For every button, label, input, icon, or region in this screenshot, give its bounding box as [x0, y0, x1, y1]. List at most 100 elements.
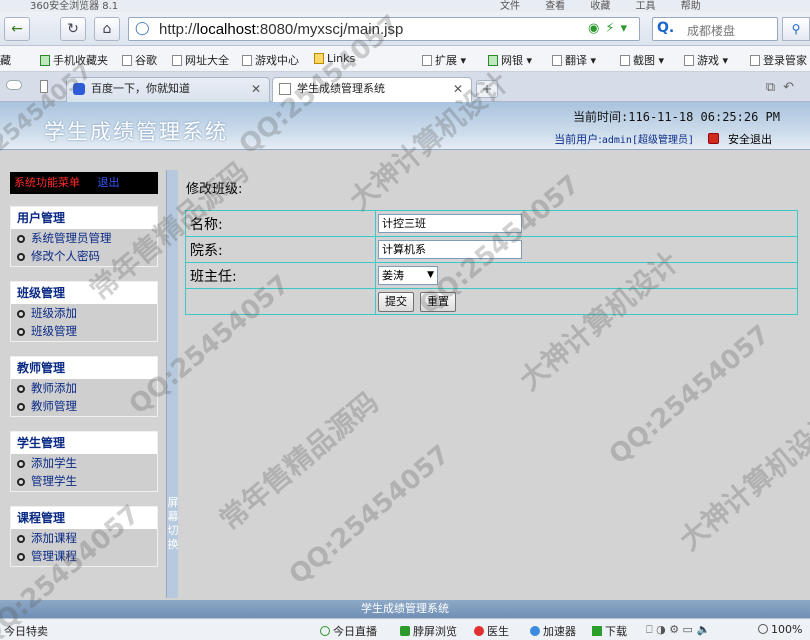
bullet-icon	[17, 385, 25, 393]
status-accelerator[interactable]: 加速器	[530, 623, 576, 639]
zoom-icon	[758, 624, 768, 634]
form-cell: 提交 重置	[375, 288, 798, 315]
form-row: 院系: 计算机系	[185, 236, 798, 263]
bullet-icon	[17, 310, 25, 318]
cloud-icon[interactable]	[6, 80, 22, 90]
status-live[interactable]: 今日直播	[320, 623, 377, 639]
browser-tab-bar: 百度一下，你就知道 ✕ 学生成绩管理系统 ✕ + ⧉↶	[0, 72, 810, 103]
sidebar-item[interactable]: 添加课程	[11, 529, 157, 547]
status-tools-icons[interactable]: ⎕ ◑ ⚙ ▭ 🔈	[646, 623, 710, 637]
main-content: 修改班级: 名称: 计控三班 院系: 计算机系 班主任: 姜涛 ▼ 提交 重置	[178, 150, 810, 600]
extension-icon	[422, 55, 432, 66]
fav-item[interactable]: 截图 ▾	[620, 52, 664, 68]
fav-item[interactable]: Links	[314, 52, 355, 65]
favorites-bar: 藏 手机收藏夹 谷歌 网址大全 游戏中心 Links 扩展 ▾ 网银 ▾ 翻译 …	[0, 46, 810, 72]
app-title: 学生成绩管理系统	[44, 120, 228, 144]
sidebar-item[interactable]: 管理课程	[11, 547, 157, 565]
menu-group-classes: 班级管理 班级添加 班级管理	[10, 281, 158, 342]
sidebar-item[interactable]: 管理学生	[11, 472, 157, 490]
logout-icon[interactable]	[707, 133, 719, 144]
status-zoom[interactable]: 100%	[758, 623, 802, 636]
fav-item[interactable]: 网银 ▾	[488, 52, 532, 68]
menu-group-title[interactable]: 学生管理	[11, 432, 157, 454]
search-icon[interactable]: ⚲	[782, 17, 810, 41]
bullet-icon	[17, 235, 25, 243]
browser-menu: 文件 查看 收藏 工具 帮助	[500, 0, 701, 12]
menu-group-title[interactable]: 课程管理	[11, 507, 157, 529]
search-input[interactable]: Q. 成都楼盘	[652, 17, 778, 41]
edit-class-form: 名称: 计控三班 院系: 计算机系 班主任: 姜涛 ▼ 提交 重置	[185, 210, 798, 315]
new-tab-icon[interactable]: +	[476, 80, 498, 98]
download-icon	[592, 626, 602, 636]
logout-link[interactable]: 安全退出	[728, 133, 772, 146]
bullet-icon	[17, 478, 25, 486]
address-bar[interactable]: ◯ http://localhost:8080/myxscj/main.jsp …	[128, 17, 640, 41]
tab-baidu[interactable]: 百度一下，你就知道 ✕	[66, 77, 270, 102]
sidebar-item[interactable]: 班级管理	[11, 322, 157, 340]
fav-item[interactable]: 翻译 ▾	[552, 52, 596, 68]
page-icon	[172, 55, 182, 66]
form-cell: 计控三班	[375, 210, 798, 237]
submit-button[interactable]: 提交	[378, 291, 414, 312]
sidebar-item[interactable]: 班级添加	[11, 304, 157, 322]
status-download[interactable]: 下载	[592, 623, 627, 639]
fav-item[interactable]: 登录管家	[750, 52, 807, 68]
key-icon	[750, 55, 760, 66]
form-row: 提交 重置	[185, 288, 798, 315]
fav-item[interactable]: 游戏中心	[242, 52, 299, 68]
menu-tools[interactable]: 工具	[636, 1, 656, 12]
current-user: 当前用户:admin[超级管理员] 安全退出	[554, 133, 772, 146]
fav-item[interactable]: 藏	[0, 52, 11, 68]
dept-input[interactable]: 计算机系	[378, 240, 522, 259]
medical-cross-icon	[474, 626, 484, 636]
page-title: 修改班级:	[186, 182, 243, 197]
menu-help[interactable]: 帮助	[681, 1, 701, 12]
address-bar-icons[interactable]: ◉⚡▾	[588, 21, 633, 36]
reset-button[interactable]: 重置	[420, 291, 456, 312]
home-icon[interactable]: ⌂	[94, 17, 120, 41]
close-icon[interactable]: ✕	[453, 78, 463, 100]
fav-item[interactable]: 网址大全	[172, 52, 229, 68]
name-input[interactable]: 计控三班	[378, 214, 522, 233]
window-title: 360安全浏览器 8.1	[30, 1, 119, 12]
close-icon[interactable]: ✕	[251, 78, 261, 100]
fav-item[interactable]: 扩展 ▾	[422, 52, 466, 68]
chevron-down-icon: ▼	[427, 270, 434, 280]
phone-icon[interactable]	[40, 80, 48, 93]
form-cell: 计算机系	[375, 236, 798, 263]
address-url[interactable]: http://localhost:8080/myxscj/main.jsp	[159, 21, 403, 38]
browser-status-bar: 今日特卖 今日直播 脖屏浏览 医生 加速器 下载 ⎕ ◑ ⚙ ▭ 🔈 100%	[0, 618, 810, 640]
status-deals[interactable]: 今日特卖	[4, 623, 48, 639]
menu-group-students: 学生管理 添加学生 管理学生	[10, 431, 158, 492]
fav-item[interactable]: 手机收藏夹	[40, 52, 108, 68]
teacher-select[interactable]: 姜涛 ▼	[378, 266, 438, 285]
screen-toggle-splitter[interactable]: 屏幕切换	[166, 170, 179, 598]
menu-file[interactable]: 文件	[500, 1, 520, 12]
fav-item[interactable]: 游戏 ▾	[684, 52, 728, 68]
refresh-icon[interactable]: ↻	[60, 17, 86, 41]
menu-group-title[interactable]: 用户管理	[11, 207, 157, 229]
sidebar-item[interactable]: 教师管理	[11, 397, 157, 415]
sidebar-item[interactable]: 教师添加	[11, 379, 157, 397]
bank-icon	[488, 55, 498, 66]
menu-view[interactable]: 查看	[545, 1, 565, 12]
menu-group-title[interactable]: 教师管理	[11, 357, 157, 379]
play-icon	[320, 626, 330, 636]
menu-favorites[interactable]: 收藏	[590, 1, 610, 12]
status-fullscreen[interactable]: 脖屏浏览	[400, 623, 457, 639]
tab-bar-tools[interactable]: ⧉↶	[766, 80, 802, 95]
menu-group-teachers: 教师管理 教师添加 教师管理	[10, 356, 158, 417]
form-cell: 姜涛 ▼	[375, 262, 798, 289]
form-row: 名称: 计控三班	[185, 210, 798, 237]
search-engine-icon[interactable]: Q.	[657, 20, 674, 36]
status-doctor[interactable]: 医生	[474, 623, 509, 639]
sidebar-item[interactable]: 系统管理员管理	[11, 229, 157, 247]
sidebar-item[interactable]: 修改个人密码	[11, 247, 157, 265]
sidebar-item[interactable]: 添加学生	[11, 454, 157, 472]
exit-link[interactable]: 退出	[98, 176, 120, 189]
menu-group-title[interactable]: 班级管理	[11, 282, 157, 304]
back-arrow-icon[interactable]: ←	[4, 17, 30, 41]
tab-app[interactable]: 学生成绩管理系统 ✕	[272, 77, 472, 103]
page-icon	[279, 83, 291, 95]
fav-item[interactable]: 谷歌	[122, 52, 157, 68]
